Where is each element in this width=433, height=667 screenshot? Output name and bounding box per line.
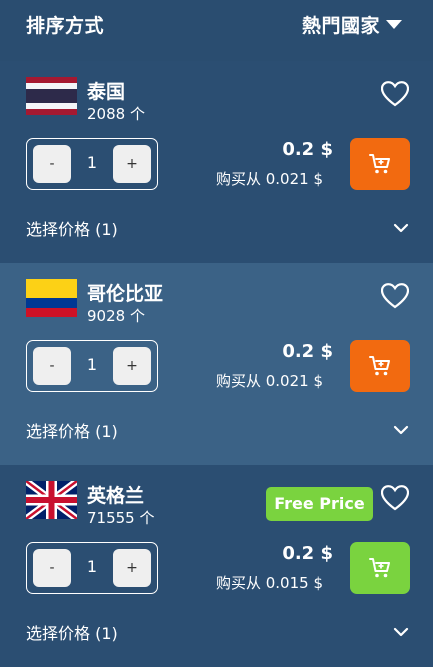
chevron-down-icon[interactable] [393, 422, 409, 438]
country-name: 英格兰 [87, 485, 145, 507]
add-to-cart-button[interactable] [350, 542, 410, 594]
price: 0.2 $ [282, 139, 333, 160]
quantity-value[interactable]: 1 [77, 355, 107, 374]
increase-button[interactable]: + [113, 145, 151, 183]
country-card-thailand: 泰国 2088 个 - 1 + 0.2 $ 购买从 0.021 $ 选择价格 (… [0, 61, 433, 263]
colombia-flag-icon [26, 279, 77, 317]
heart-icon[interactable] [381, 81, 409, 107]
select-price-toggle[interactable]: 选择价格 (1) [26, 418, 118, 442]
popular-countries-dropdown[interactable]: 熱門國家 [302, 11, 380, 38]
select-price-toggle[interactable]: 选择价格 (1) [26, 216, 118, 240]
add-to-cart-button[interactable] [350, 340, 410, 392]
country-card-england: 英格兰 71555 个 Free Price - 1 + 0.2 $ 购买从 0… [0, 465, 433, 667]
cart-icon [369, 356, 390, 376]
quantity-value[interactable]: 1 [77, 557, 107, 576]
header-bar: 排序方式 熱門國家 [0, 0, 433, 50]
cart-icon [369, 154, 390, 174]
sort-label[interactable]: 排序方式 [26, 11, 104, 38]
number-count: 2088 个 [87, 105, 145, 123]
price: 0.2 $ [282, 341, 333, 362]
united-kingdom-flag-icon [26, 481, 77, 519]
decrease-button[interactable]: - [33, 549, 71, 587]
caret-down-icon[interactable] [386, 20, 402, 29]
country-card-colombia: 哥伦比亚 9028 个 - 1 + 0.2 $ 购买从 0.021 $ 选择价格… [0, 263, 433, 465]
quantity-value[interactable]: 1 [77, 153, 107, 172]
decrease-button[interactable]: - [33, 145, 71, 183]
quantity-stepper: - 1 + [26, 340, 158, 392]
from-price: 购买从 0.021 $ [215, 372, 323, 390]
number-count: 9028 个 [87, 307, 145, 325]
from-price: 购买从 0.015 $ [215, 574, 323, 592]
heart-icon[interactable] [381, 485, 409, 511]
quantity-stepper: - 1 + [26, 542, 158, 594]
from-price: 购买从 0.021 $ [215, 170, 323, 188]
cart-icon [369, 558, 390, 578]
free-price-badge: Free Price [266, 487, 373, 521]
number-count: 71555 个 [87, 509, 155, 527]
quantity-stepper: - 1 + [26, 138, 158, 190]
increase-button[interactable]: + [113, 549, 151, 587]
decrease-button[interactable]: - [33, 347, 71, 385]
chevron-down-icon[interactable] [393, 624, 409, 640]
country-name: 哥伦比亚 [87, 283, 164, 305]
select-price-toggle[interactable]: 选择价格 (1) [26, 620, 118, 644]
heart-icon[interactable] [381, 283, 409, 309]
increase-button[interactable]: + [113, 347, 151, 385]
thailand-flag-icon [26, 77, 77, 115]
price: 0.2 $ [282, 543, 333, 564]
chevron-down-icon[interactable] [393, 220, 409, 236]
country-name: 泰国 [87, 81, 126, 103]
add-to-cart-button[interactable] [350, 138, 410, 190]
